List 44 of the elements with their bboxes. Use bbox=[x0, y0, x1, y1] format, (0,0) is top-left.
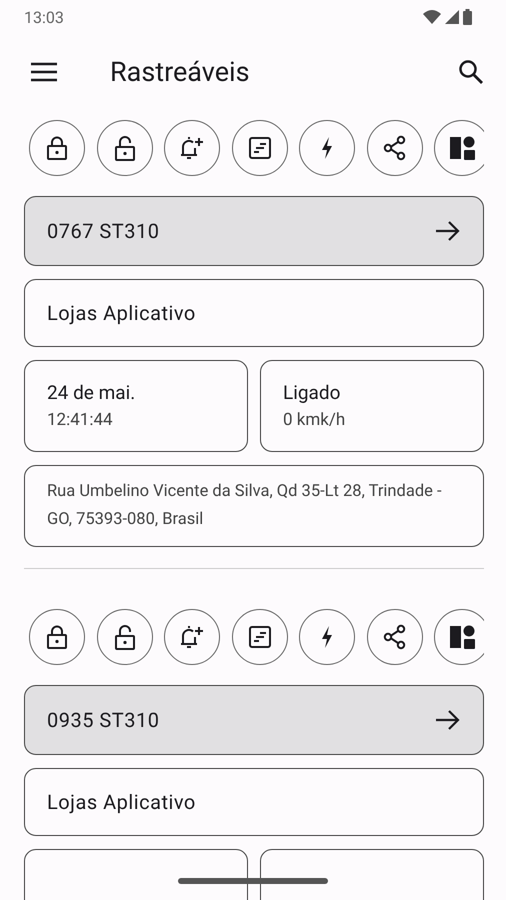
action-button[interactable] bbox=[366, 609, 422, 665]
lightning-icon bbox=[320, 136, 334, 160]
note-icon bbox=[248, 136, 272, 160]
battery-icon bbox=[463, 9, 472, 25]
action-button[interactable] bbox=[29, 120, 85, 176]
screen-title: Rastreáveis bbox=[110, 56, 251, 88]
lock-icon bbox=[46, 625, 68, 649]
action-button[interactable] bbox=[29, 609, 85, 665]
bell-plus-icon bbox=[179, 623, 205, 651]
shapes-icon bbox=[448, 134, 476, 162]
action-button[interactable] bbox=[232, 609, 288, 665]
action-button[interactable] bbox=[96, 120, 152, 176]
arrow-right-icon bbox=[435, 220, 461, 242]
share-icon bbox=[382, 135, 408, 161]
action-button[interactable] bbox=[366, 120, 422, 176]
unlocked-padlock-icon bbox=[114, 135, 136, 161]
ignition-status: Ligado bbox=[283, 381, 342, 404]
wifi-icon bbox=[423, 10, 441, 24]
search-icon bbox=[458, 59, 484, 85]
menu-icon bbox=[30, 62, 58, 82]
lock-icon bbox=[46, 136, 68, 160]
signal-icon bbox=[445, 10, 459, 24]
status-time: 13:03 bbox=[24, 8, 64, 26]
action-button[interactable] bbox=[164, 120, 220, 176]
speed-text: 0 kmk/h bbox=[283, 410, 346, 430]
tracker-id-button[interactable]: 0935 ST310 bbox=[24, 685, 484, 755]
group-name: Lojas Aplicativo bbox=[24, 768, 484, 836]
address-text: Rua Umbelino Vicente da Silva, Qd 35-Lt 28, Trindade - GO, 75393-080, Brasil bbox=[24, 465, 484, 547]
action-button[interactable] bbox=[232, 120, 288, 176]
time-text: 12:41:44 bbox=[47, 410, 114, 430]
share-icon bbox=[382, 624, 408, 650]
note-icon bbox=[248, 625, 272, 649]
action-button[interactable] bbox=[434, 120, 484, 176]
shapes-icon bbox=[448, 623, 476, 651]
tracker-id-button[interactable]: 0767 ST310 bbox=[24, 196, 484, 266]
unlocked-padlock-icon bbox=[114, 624, 136, 650]
bell-plus-icon bbox=[179, 134, 205, 162]
arrow-right-icon bbox=[435, 709, 461, 731]
group-name: Lojas Aplicativo bbox=[24, 279, 484, 347]
action-button[interactable] bbox=[164, 609, 220, 665]
action-button[interactable] bbox=[96, 609, 152, 665]
lightning-icon bbox=[320, 625, 334, 649]
date-text: 24 de mai. bbox=[47, 381, 136, 404]
action-button[interactable] bbox=[434, 609, 484, 665]
